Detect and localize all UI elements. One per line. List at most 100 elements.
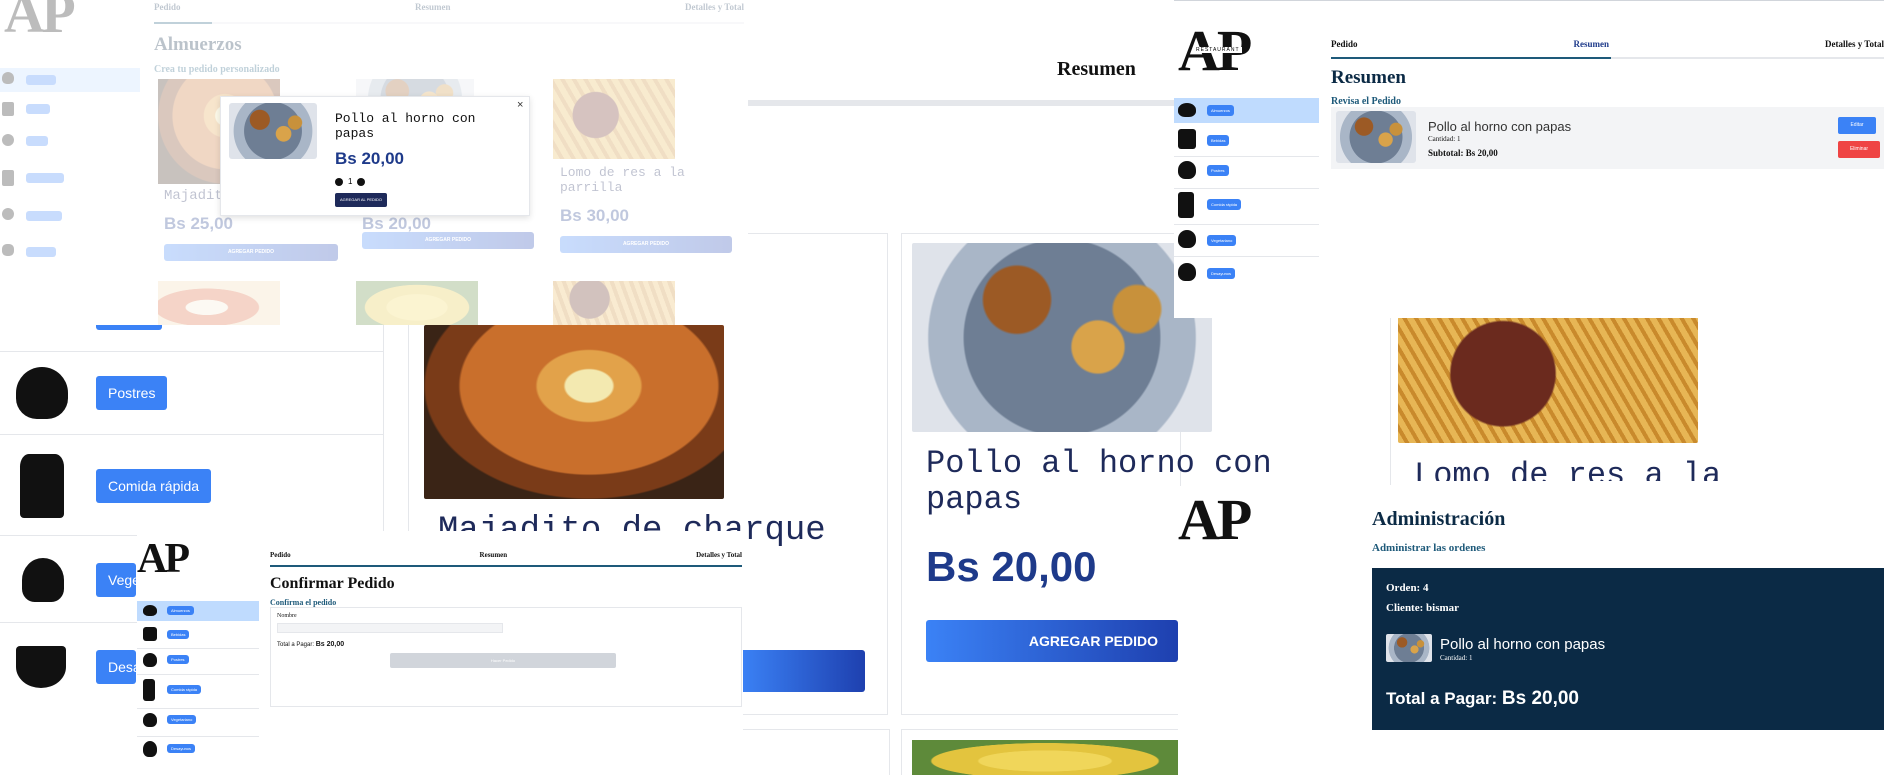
order-item-image <box>1386 634 1432 662</box>
summary-item-subtotal: Subtotal: Bs 20,00 <box>1428 148 1498 158</box>
category-postres-button[interactable]: Postres <box>167 655 189 664</box>
add-order-button[interactable]: AGREGAR PEDIDO <box>362 232 534 249</box>
modal-item-name: Pollo al horno con papas <box>335 111 476 141</box>
summary-view: AP RESTAURANT Pedido Resumen Detalles y … <box>1174 0 1884 318</box>
tab-pedido[interactable]: Pedido <box>154 2 181 22</box>
tab-bar: Pedido Resumen Detalles y Total <box>270 551 742 567</box>
sidebar-item-comida-rapida[interactable] <box>2 170 14 186</box>
sidebar-item-almuerzos[interactable] <box>0 68 140 92</box>
food-image-row2-1 <box>158 281 280 325</box>
sidebar-item-bebidas[interactable] <box>2 102 14 116</box>
place-order-button[interactable]: Hacer Pedido <box>390 653 616 668</box>
category-vegetariano-button[interactable]: Vegetariano <box>1207 235 1237 246</box>
order-total-label: Total a Pagar: <box>1386 689 1498 708</box>
category-almuerzos-button[interactable]: Almuerzos <box>1207 105 1234 116</box>
faded-menu-content: AP Pedido Resumen Detalles y Total Almue… <box>0 0 748 325</box>
delete-button[interactable]: Eliminar <box>1838 141 1880 158</box>
progress-track <box>748 100 1178 106</box>
order-total: Total a Pagar: Bs 20,00 <box>1386 688 1579 710</box>
menu-subtitle: Crea tu pedido personalizado <box>154 64 280 75</box>
fast-food-icon <box>20 453 64 518</box>
coffee-cup-icon <box>143 741 157 757</box>
confirm-title: Confirmar Pedido <box>270 575 395 592</box>
tab-detalles[interactable]: Detalles y Total <box>1825 39 1884 57</box>
logo: AP <box>4 0 76 45</box>
category-vegetariano-button[interactable]: Vegetariano <box>167 715 197 724</box>
category-comida-rapida-button[interactable]: Comida rápida <box>167 685 202 694</box>
name-field[interactable] <box>277 623 503 633</box>
summary-item-name: Pollo al horno con papas <box>1428 119 1572 134</box>
quantity-value: 1 <box>348 177 353 186</box>
resumen-heading: Resumen <box>1057 58 1136 80</box>
menu-card-bottom-1 <box>742 729 890 775</box>
tab-bar: Pedido Resumen Detalles y Total <box>154 2 744 24</box>
muffin-icon <box>143 653 157 667</box>
tab-detalles[interactable]: Detalles y Total <box>696 551 742 565</box>
drinks-icon <box>1178 129 1196 149</box>
category-postres-button[interactable]: Postres <box>1207 165 1229 176</box>
plus-icon[interactable] <box>357 177 366 186</box>
broccoli-icon <box>143 713 157 727</box>
category-row-comida-rapida[interactable]: Comida rápida <box>0 436 384 536</box>
logo-subtitle: RESTAURANT <box>1194 47 1242 53</box>
add-order-button[interactable]: AGREGAR PEDIDO <box>560 236 732 253</box>
tab-pedido[interactable]: Pedido <box>1331 39 1358 57</box>
category-row-postres[interactable]: Postres <box>0 352 384 435</box>
category-almuerzos-button[interactable]: Almuerzos <box>167 606 194 615</box>
tab-resumen[interactable]: Resumen <box>415 2 451 22</box>
tab-detalles[interactable]: Detalles y Total <box>685 2 744 22</box>
minus-icon[interactable] <box>335 177 343 186</box>
category-desayunos-button[interactable]: Desayunos <box>167 744 196 753</box>
order-card: Orden: 4 Cliente: bismar Pollo al horno … <box>1372 568 1884 730</box>
category-vegetariano-button[interactable]: Vegetariano <box>96 562 136 597</box>
sidebar-item-desayunos[interactable] <box>2 244 14 256</box>
coffee-cup-icon <box>16 646 66 688</box>
tab-pedido[interactable]: Pedido <box>270 551 291 565</box>
menu-item-price: Bs 25,00 <box>164 214 233 233</box>
admin-title: Administración <box>1372 508 1506 530</box>
tab-resumen[interactable]: Resumen <box>480 551 508 565</box>
menu-item-price: Bs 30,00 <box>560 206 629 225</box>
modal-food-image <box>229 103 317 159</box>
modal-add-button[interactable]: AGREGAR AL PEDIDO <box>335 193 387 207</box>
food-image-row2-2 <box>356 281 478 325</box>
order-item-qty: Cantidad: 1 <box>1440 654 1473 662</box>
food-image-row2-3 <box>553 281 675 325</box>
confirm-subtitle: Confirma el pedido <box>270 598 337 607</box>
logo: AP <box>137 536 190 582</box>
add-order-button[interactable]: AGREGAR PEDIDO <box>926 620 1178 662</box>
add-order-button[interactable]: AGREGAR PEDIDO <box>164 244 338 261</box>
category-desayunos-button[interactable]: Desayunos <box>96 650 136 684</box>
broccoli-icon <box>22 557 64 602</box>
tab-bar: Pedido Resumen Detalles y Total <box>1331 39 1884 59</box>
order-client: Cliente: bismar <box>1386 602 1460 614</box>
drinks-icon <box>143 627 157 641</box>
order-item-name: Pollo al horno con papas <box>1440 636 1606 653</box>
category-comida-rapida-button[interactable]: Comida rápida <box>96 468 212 503</box>
fast-food-icon <box>1178 192 1194 218</box>
quantity-stepper[interactable]: 1 <box>335 177 366 186</box>
name-label: Nombre <box>277 613 297 619</box>
sidebar-item-comida-rapida[interactable] <box>1174 189 1319 225</box>
sidebar-item-almuerzos-icon <box>2 72 14 84</box>
category-postres-button[interactable]: Postres <box>96 376 168 410</box>
tab-resumen[interactable]: Resumen <box>1574 39 1610 57</box>
category-bebidas-button[interactable]: Bebidas <box>167 630 190 639</box>
order-number: Orden: 4 <box>1386 582 1429 594</box>
admin-subtitle: Administrar las ordenes <box>1372 542 1486 554</box>
summary-item-image <box>1336 111 1416 163</box>
summary-title: Resumen <box>1331 67 1406 88</box>
total-value: Bs 20,00 <box>315 641 345 648</box>
muffin-icon <box>1178 161 1196 179</box>
sidebar-item-postres[interactable] <box>2 134 14 146</box>
add-order-button[interactable]: AGREGAR PEDIDO <box>740 650 865 692</box>
close-icon[interactable]: × <box>517 99 523 111</box>
muffin-icon <box>16 367 68 419</box>
sidebar-item-vegetariano[interactable] <box>2 208 14 220</box>
category-comida-rapida-button[interactable]: Comida rápida <box>1207 199 1242 210</box>
category-desayunos-button[interactable]: Desayunos <box>1207 268 1236 279</box>
edit-button[interactable]: Editar <box>1838 117 1876 134</box>
category-bebidas-button[interactable]: Bebidas <box>1207 135 1230 146</box>
broccoli-icon <box>1178 230 1196 248</box>
admin-view: AP Administración Administrar las ordene… <box>1178 486 1884 775</box>
